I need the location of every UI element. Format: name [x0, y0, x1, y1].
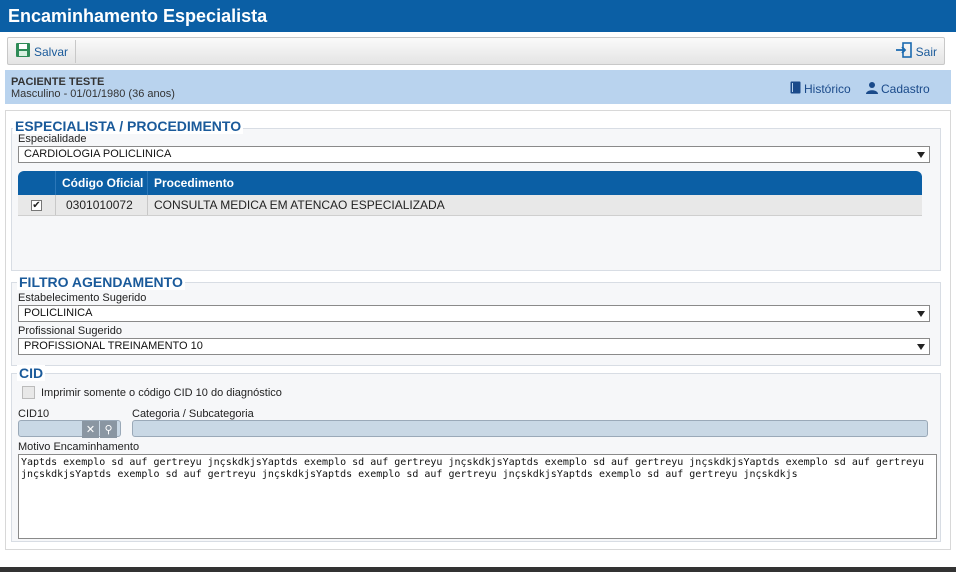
exit-button[interactable]: Sair [890, 40, 942, 63]
specialty-label: Especialidade [18, 133, 87, 145]
row-code: 0301010072 [55, 195, 147, 215]
history-link-label: Histórico [804, 82, 851, 96]
professional-select-value: PROFISSIONAL TREINAMENTO 10 [24, 340, 203, 352]
grid-header: Código Oficial Procedimento [18, 171, 922, 195]
toolbar: Salvar Sair [7, 37, 945, 65]
patient-info: Masculino - 01/01/1980 (36 anos) [11, 88, 175, 100]
professional-label: Profissional Sugerido [18, 325, 122, 337]
chevron-down-icon [917, 152, 925, 158]
specialist-legend: ESPECIALISTA / PROCEDIMENTO [13, 118, 244, 134]
form-container: ESPECIALISTA / PROCEDIMENTO Especialidad… [5, 110, 951, 550]
search-icon[interactable]: ⚲ [100, 421, 117, 438]
cid-section: CID Imprimir somente o código CID 10 do … [11, 365, 941, 542]
patient-name: PACIENTE TESTE [11, 76, 105, 88]
table-row[interactable]: ✔ 0301010072 CONSULTA MEDICA EM ATENCAO … [18, 195, 922, 216]
specialist-section: ESPECIALISTA / PROCEDIMENTO Especialidad… [11, 118, 941, 271]
save-icon [15, 42, 31, 61]
specialty-select-value: CARDIOLOGIA POLICLINICA [24, 148, 172, 160]
reason-textarea[interactable]: Yaptds exemplo sd auf gertreyu jnçskdkjs… [18, 454, 937, 539]
professional-select[interactable]: PROFISSIONAL TREINAMENTO 10 [18, 338, 930, 355]
category-input[interactable] [132, 420, 928, 437]
user-icon [866, 81, 878, 97]
filter-section: FILTRO AGENDAMENTO Estabelecimento Suger… [11, 274, 941, 366]
column-header-procedure[interactable]: Procedimento [147, 171, 922, 195]
exit-button-label: Sair [915, 44, 937, 59]
chevron-down-icon [917, 344, 925, 350]
cid10-label: CID10 [18, 408, 50, 420]
cid-legend: CID [17, 365, 46, 381]
history-link[interactable]: Histórico [790, 81, 851, 97]
row-checkbox[interactable]: ✔ [31, 199, 42, 211]
chevron-down-icon [917, 311, 925, 317]
save-button[interactable]: Salvar [10, 40, 77, 63]
column-header-code[interactable]: Código Oficial [55, 171, 147, 195]
book-icon [790, 81, 801, 97]
filter-legend: FILTRO AGENDAMENTO [17, 274, 185, 290]
row-procedure: CONSULTA MEDICA EM ATENCAO ESPECIALIZADA [147, 195, 922, 215]
register-link-label: Cadastro [881, 82, 930, 96]
establishment-select[interactable]: POLICLINICA [18, 305, 930, 322]
title-bar: Encaminhamento Especialista [0, 0, 956, 32]
clear-icon[interactable]: ✕ [82, 421, 99, 438]
category-label: Categoria / Subcategoria [132, 408, 254, 420]
bottom-border [0, 567, 956, 572]
register-link[interactable]: Cadastro [866, 81, 930, 97]
save-button-label: Salvar [34, 44, 69, 59]
specialty-select[interactable]: CARDIOLOGIA POLICLINICA [18, 146, 930, 163]
page-title: Encaminhamento Especialista [8, 6, 268, 26]
exit-icon [895, 42, 913, 61]
print-only-checkbox[interactable] [22, 386, 35, 399]
print-only-option[interactable]: Imprimir somente o código CID 10 do diag… [22, 386, 282, 399]
print-only-label: Imprimir somente o código CID 10 do diag… [41, 386, 282, 399]
patient-bar: PACIENTE TESTE Masculino - 01/01/1980 (3… [5, 70, 951, 104]
establishment-label: Estabelecimento Sugerido [18, 292, 147, 304]
reason-label: Motivo Encaminhamento [18, 441, 140, 453]
establishment-select-value: POLICLINICA [24, 307, 93, 319]
cid10-input[interactable]: ✕ ⚲ [18, 420, 121, 438]
